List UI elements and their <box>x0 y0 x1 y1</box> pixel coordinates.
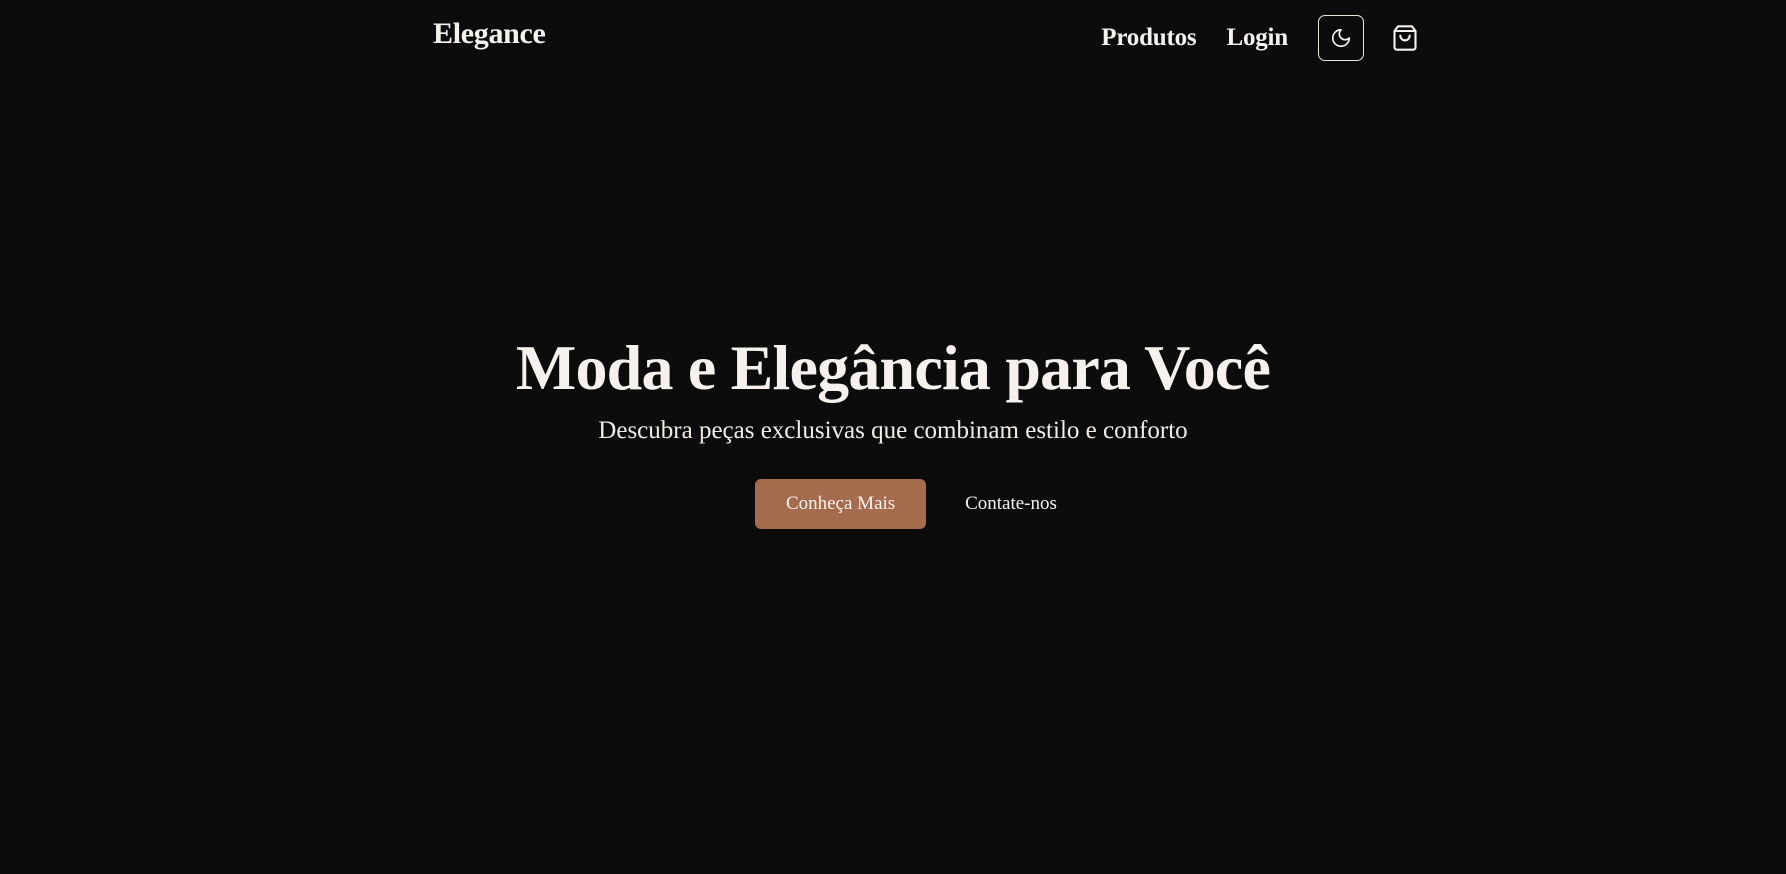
hero-actions: Conheça Mais Contate-nos <box>0 479 1786 529</box>
nav-link-login[interactable]: Login <box>1226 24 1288 52</box>
cart-button[interactable] <box>1382 15 1428 61</box>
hero-title: Moda e Elegância para Você <box>515 332 1271 403</box>
hero-section: Moda e Elegância para Você Descubra peça… <box>0 325 1786 529</box>
learn-more-button[interactable]: Conheça Mais <box>755 479 927 529</box>
hero-subtitle: Descubra peças exclusivas que combinam e… <box>598 417 1188 444</box>
moon-icon <box>1331 28 1351 48</box>
theme-toggle-button[interactable] <box>1318 15 1364 61</box>
nav-link-products[interactable]: Produtos <box>1101 24 1196 52</box>
contact-us-button[interactable]: Contate-nos <box>951 479 1071 529</box>
main-nav: Produtos Login <box>1101 14 1428 62</box>
brand-logo[interactable]: Elegance <box>433 17 546 51</box>
shopping-bag-icon <box>1393 25 1417 51</box>
site-header: Elegance Produtos Login <box>0 0 1786 76</box>
